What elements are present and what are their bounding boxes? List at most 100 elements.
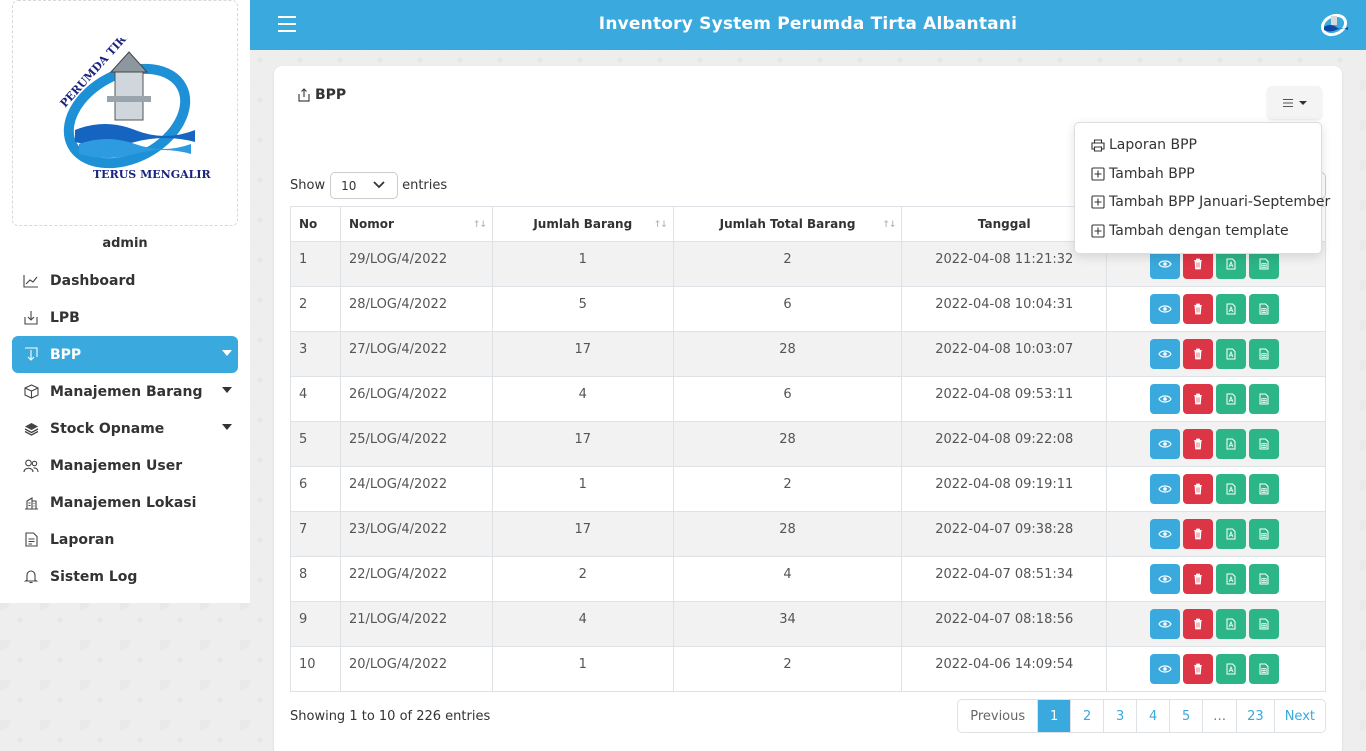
excel-button[interactable] — [1248, 474, 1279, 504]
view-button[interactable] — [1149, 339, 1180, 369]
sort-icon[interactable]: ↑↓ — [473, 220, 487, 230]
page-button[interactable]: 2 — [1070, 700, 1103, 732]
table-cell-no: 2 — [290, 286, 341, 332]
excel-button[interactable] — [1248, 609, 1279, 639]
table-cell-nomor: 25/LOG/4/2022 — [339, 421, 493, 467]
delete-button[interactable] — [1182, 429, 1213, 459]
page-title-text: BPP — [315, 87, 347, 103]
file-spreadsheet-icon — [1259, 258, 1269, 270]
pdf-button[interactable] — [1215, 609, 1246, 639]
view-button[interactable] — [1149, 384, 1180, 414]
delete-button[interactable] — [1182, 339, 1213, 369]
delete-button[interactable] — [1182, 609, 1213, 639]
caret-down-icon — [222, 350, 232, 356]
sort-icon[interactable]: ↑↓ — [882, 220, 896, 230]
next-page-button[interactable]: Next — [1273, 700, 1325, 732]
file-spreadsheet-icon — [1259, 618, 1269, 630]
delete-button[interactable] — [1182, 564, 1213, 594]
sidebar-item-bpp[interactable]: BPP — [12, 336, 238, 373]
file-spreadsheet-icon — [1259, 528, 1269, 540]
dropdown-item-tambah-dengan-template[interactable]: Tambah dengan template — [1075, 217, 1321, 246]
dropdown-item-tambah-bpp[interactable]: Tambah BPP — [1075, 160, 1321, 189]
eye-icon — [1157, 484, 1172, 494]
table-cell-jumlah-barang: 17 — [491, 331, 674, 377]
sidebar-item-sistem-log[interactable]: Sistem Log — [12, 558, 238, 595]
delete-button[interactable] — [1182, 384, 1213, 414]
pdf-button[interactable] — [1215, 654, 1246, 684]
excel-button[interactable] — [1248, 339, 1279, 369]
view-button[interactable] — [1149, 474, 1180, 504]
excel-button[interactable] — [1248, 429, 1279, 459]
pdf-button[interactable] — [1215, 429, 1246, 459]
file-pdf-icon — [1226, 573, 1236, 585]
table-cell-jumlah-total-barang: 28 — [672, 421, 903, 467]
download-icon — [22, 309, 40, 327]
table-cell-nomor: 28/LOG/4/2022 — [339, 286, 493, 332]
actions-menu-button[interactable] — [1267, 86, 1322, 119]
excel-button[interactable] — [1248, 294, 1279, 324]
view-button[interactable] — [1149, 294, 1180, 324]
column-header-jumlah-total-barang[interactable]: Jumlah Total Barang ↑↓ — [672, 206, 903, 242]
dropdown-item-tambah-bpp-januari-september[interactable]: Tambah BPP Januari-September — [1075, 188, 1330, 217]
view-button[interactable] — [1149, 429, 1180, 459]
table-cell-nomor: 23/LOG/4/2022 — [339, 511, 493, 557]
delete-button[interactable] — [1182, 519, 1213, 549]
pdf-button[interactable] — [1215, 474, 1246, 504]
column-header-nomor[interactable]: Nomor ↑↓ — [339, 206, 493, 242]
building-icon — [22, 494, 40, 512]
page-button[interactable]: 4 — [1136, 700, 1169, 732]
dropdown-item-laporan-bpp[interactable]: Laporan BPP — [1075, 131, 1321, 160]
sidebar-item-dashboard[interactable]: Dashboard — [12, 262, 238, 299]
pdf-button[interactable] — [1215, 564, 1246, 594]
delete-button[interactable] — [1182, 654, 1213, 684]
caret-down-icon — [222, 387, 232, 393]
delete-button[interactable] — [1182, 474, 1213, 504]
pdf-button[interactable] — [1215, 294, 1246, 324]
file-spreadsheet-icon — [1259, 348, 1269, 360]
pdf-button[interactable] — [1215, 384, 1246, 414]
excel-button[interactable] — [1248, 384, 1279, 414]
dropdown-item-label: Tambah BPP Januari-September — [1109, 194, 1331, 211]
previous-page-button[interactable]: Previous — [958, 700, 1037, 732]
page-button[interactable]: 23 — [1236, 700, 1274, 732]
sidebar-menu: Dashboard LPB BPP Manajemen Barang Stock Opn… — [12, 262, 238, 595]
table-cell-tanggal: 2022-04-08 09:53:11 — [901, 376, 1108, 422]
sidebar-item-manajemen-user[interactable]: Manajemen User — [12, 447, 238, 484]
bell-icon — [22, 568, 40, 586]
view-button[interactable] — [1149, 564, 1180, 594]
table-row: 6 24/LOG/4/2022 1 2 2022-04-08 09:19:11 — [290, 466, 1326, 512]
table-cell-tanggal: 2022-04-08 10:03:07 — [901, 331, 1108, 377]
column-header-jumlah-barang[interactable]: Jumlah Barang ↑↓ — [491, 206, 674, 242]
trash-icon — [1193, 393, 1203, 405]
table-cell-tanggal: 2022-04-07 08:51:34 — [901, 556, 1108, 602]
sidebar-item-lpb[interactable]: LPB — [12, 299, 238, 336]
file-pdf-icon — [1226, 348, 1236, 360]
trash-icon — [1193, 618, 1203, 630]
table-cell-jumlah-total-barang: 28 — [672, 511, 903, 557]
delete-button[interactable] — [1182, 294, 1213, 324]
page-button[interactable]: 3 — [1103, 700, 1136, 732]
view-button[interactable] — [1149, 609, 1180, 639]
table-cell-jumlah-barang: 5 — [491, 286, 674, 332]
page-button[interactable]: 1 — [1037, 700, 1071, 732]
excel-button[interactable] — [1248, 519, 1279, 549]
sidebar-item-laporan[interactable]: Laporan — [12, 521, 238, 558]
sidebar-item-manajemen-barang[interactable]: Manajemen Barang — [12, 373, 238, 410]
pdf-button[interactable] — [1215, 339, 1246, 369]
eye-icon — [1157, 304, 1172, 314]
pdf-button[interactable] — [1215, 519, 1246, 549]
sidebar-item-stock-opname[interactable]: Stock Opname — [12, 410, 238, 447]
table-cell-jumlah-barang: 17 — [491, 511, 674, 557]
page-length-select[interactable]: 10 — [330, 172, 399, 199]
column-header-label: Tanggal — [977, 217, 1031, 231]
table-cell-jumlah-total-barang: 4 — [672, 556, 903, 602]
eye-icon — [1157, 619, 1172, 629]
view-button[interactable] — [1149, 654, 1180, 684]
page-button[interactable]: 5 — [1169, 700, 1202, 732]
table-cell-no: 9 — [290, 601, 341, 647]
excel-button[interactable] — [1248, 564, 1279, 594]
sort-icon[interactable]: ↑↓ — [654, 220, 668, 230]
view-button[interactable] — [1149, 519, 1180, 549]
excel-button[interactable] — [1248, 654, 1279, 684]
sidebar-item-manajemen-lokasi[interactable]: Manajemen Lokasi — [12, 484, 238, 521]
